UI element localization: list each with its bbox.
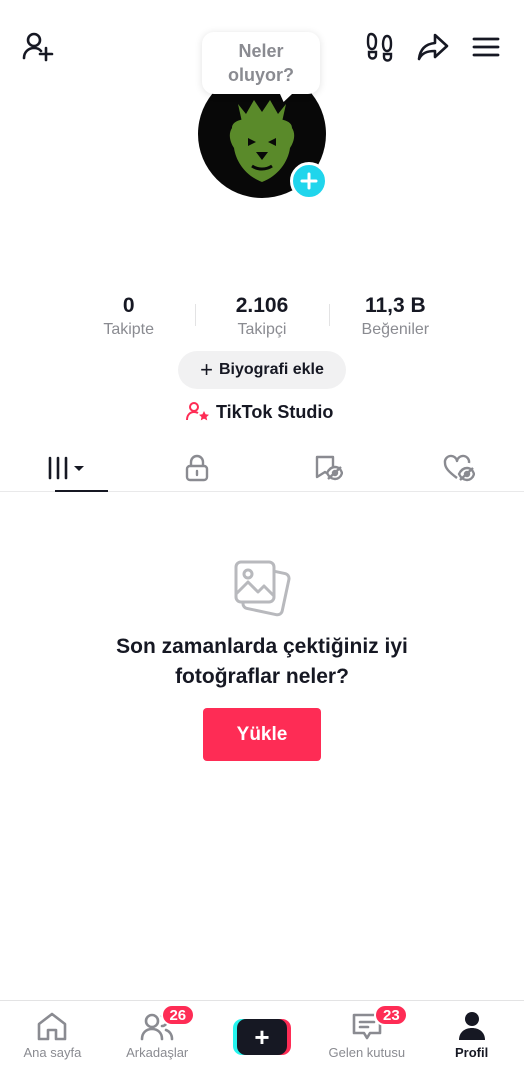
nav-home-label: Ana sayfa xyxy=(23,1045,82,1060)
saved-icon xyxy=(315,455,343,480)
upload-button[interactable]: Yükle xyxy=(203,708,321,761)
stat-value: 0 xyxy=(122,294,135,317)
add-bio-button[interactable]: + Biyografi ekle xyxy=(178,351,346,389)
nav-profile[interactable]: Profil xyxy=(419,1001,524,1080)
create-button[interactable]: + xyxy=(232,1019,291,1055)
tab-liked[interactable] xyxy=(393,444,524,491)
add-bio-label: Biyografi ekle xyxy=(218,361,324,378)
nav-home[interactable]: Ana sayfa xyxy=(0,1001,105,1080)
stat-label: Takipte xyxy=(103,321,155,338)
add-avatar-button[interactable] xyxy=(290,162,328,200)
tab-private[interactable] xyxy=(131,444,262,491)
nav-inbox-label: Gelen kutusu xyxy=(328,1045,406,1060)
plus-icon xyxy=(300,172,318,190)
nav-friends[interactable]: Arkadaşlar 26 xyxy=(105,1001,210,1080)
add-friend-icon[interactable] xyxy=(18,28,56,66)
stat-value: 11,3 B xyxy=(364,294,426,317)
bottom-nav: Ana sayfa Arkadaşlar 26 + Gelen kutusu 2… xyxy=(0,1000,524,1080)
stat-likes[interactable]: 11,3 B Beğeniler xyxy=(328,292,462,342)
tab-saved[interactable] xyxy=(262,444,393,491)
tiktok-studio-link[interactable]: TikTok Studio xyxy=(186,398,333,426)
home-icon xyxy=(38,1012,67,1041)
tab-videos[interactable] xyxy=(0,444,131,492)
empty-state-text: Son zamanlarda çektiğiniz iyi fotoğrafla… xyxy=(116,635,408,688)
private-lock-icon xyxy=(185,454,208,481)
nav-friends-label: Arkadaşlar xyxy=(126,1045,189,1060)
footprints-icon[interactable] xyxy=(362,28,398,64)
stat-following[interactable]: 0 Takipte xyxy=(62,292,195,342)
nav-create[interactable]: + xyxy=(210,1001,315,1080)
tiktok-studio-label: TikTok Studio xyxy=(216,401,334,422)
photos-icon xyxy=(230,556,294,625)
stat-label: Beğeniler xyxy=(361,321,430,338)
stat-followers[interactable]: 2.106 Takipçi xyxy=(195,292,328,342)
videos-grid-icon xyxy=(48,456,84,479)
nav-inbox[interactable]: Gelen kutusu 23 xyxy=(314,1001,419,1080)
share-icon[interactable] xyxy=(414,28,452,66)
nav-profile-label: Profil xyxy=(454,1045,489,1060)
inbox-badge: 23 xyxy=(374,1004,409,1026)
stat-label: Takipçi xyxy=(237,321,287,338)
content-tabs xyxy=(0,444,524,492)
create-plus-icon: + xyxy=(236,1019,287,1055)
status-bubble[interactable]: Neler oluyor? xyxy=(202,32,320,94)
plus-icon: + xyxy=(200,357,213,382)
liked-icon xyxy=(443,454,475,481)
stat-value: 2.106 xyxy=(235,294,289,317)
creator-star-icon xyxy=(186,402,209,421)
menu-icon[interactable] xyxy=(468,30,504,64)
profile-icon xyxy=(458,1012,485,1040)
friends-badge: 26 xyxy=(160,1004,195,1026)
profile-stats: 0 Takipte 2.106 Takipçi 11,3 B Beğeniler xyxy=(62,292,462,342)
